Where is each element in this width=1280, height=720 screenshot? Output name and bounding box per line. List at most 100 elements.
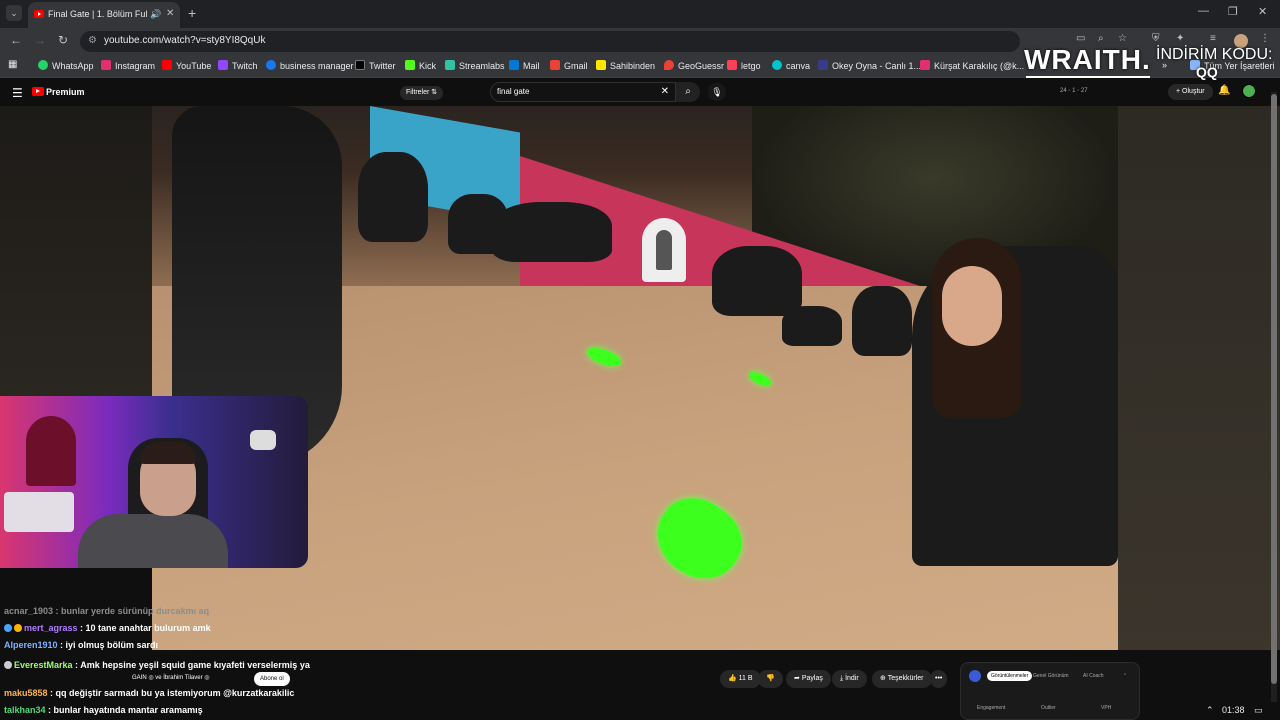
thanks-button[interactable]: ⊕ Teşekkürler [872, 670, 932, 688]
bookmark-kick[interactable]: Kick [405, 60, 436, 71]
account-avatar[interactable] [1242, 84, 1256, 98]
tab-search-button[interactable]: ⌄ [6, 5, 22, 21]
chat-username: acnar_1903 [4, 606, 54, 616]
bookmark-twitch[interactable]: Twitch [218, 60, 258, 71]
chat-badge-icon [4, 624, 12, 632]
chat-username: mert_agrass [24, 623, 78, 633]
bookmark-star-icon[interactable]: ☆ [1118, 33, 1127, 44]
chat-username: EverestMarka [14, 660, 73, 670]
stats-label-vph: VPH [1101, 705, 1112, 711]
voice-search-icon[interactable]: 🎙 [708, 83, 726, 101]
search-input[interactable]: final gate ✕ [490, 82, 676, 102]
more-actions-button[interactable]: ••• [930, 670, 948, 688]
restore-icon[interactable]: ❐ [1228, 5, 1238, 18]
share-button[interactable]: ➦ Paylaş [786, 670, 831, 688]
video-person [712, 246, 802, 316]
stats-tab-overview[interactable]: Genel Görünüm [1033, 673, 1069, 679]
puzzle-extensions-icon[interactable]: ✦ [1176, 33, 1184, 44]
video-player[interactable] [152, 106, 1118, 650]
streamlabs-icon [445, 60, 455, 70]
extension-icon[interactable]: ⛨ [1152, 33, 1160, 44]
hamburger-menu-icon[interactable]: ☰ [12, 86, 23, 100]
collapse-chevron-icon[interactable]: ⌃ [1123, 673, 1127, 679]
video-person [782, 306, 842, 346]
video-keyhole-sign [642, 218, 686, 282]
forward-arrow-icon[interactable]: → [34, 33, 46, 47]
filters-button[interactable]: Filtreler ⇅ [400, 86, 444, 100]
tray-chevron-icon[interactable]: ⌃ [1206, 705, 1214, 716]
window-close-icon[interactable]: ✕ [1258, 5, 1267, 18]
video-person [492, 202, 612, 262]
download-icon: ⤓ [840, 675, 844, 682]
tab-title: Final Gate | 1. Bölüm Full İzle [48, 9, 148, 19]
youtube-favicon-icon [34, 10, 44, 18]
chat-text: : Amk hepsine yeşil squid game kıyafeti … [72, 660, 310, 670]
tab-close-icon[interactable]: ✕ [166, 8, 174, 19]
bookmark-business-manager[interactable]: business manager [266, 60, 354, 71]
kick-icon [405, 60, 415, 70]
reload-icon[interactable]: ↻ [58, 33, 68, 47]
bookmark-whatsapp[interactable]: WhatsApp [38, 60, 94, 71]
bookmark-streamlabs[interactable]: Streamlabs [445, 60, 505, 71]
search-button[interactable]: ⌕ [676, 82, 700, 102]
youtube-brand[interactable]: Premium [46, 87, 85, 97]
search-query[interactable]: final gate [497, 87, 529, 96]
reading-list-icon[interactable]: ≡ [1210, 33, 1216, 44]
stats-tab-ai-coach[interactable]: AI Coach [1083, 673, 1104, 679]
bookmark-twitter[interactable]: Twitter [355, 60, 396, 71]
bookmark-mail[interactable]: Mail [509, 60, 540, 71]
video-side-left [0, 106, 152, 396]
page-scrollbar-thumb[interactable] [1271, 94, 1277, 684]
bookmark-sahibinden[interactable]: Sahibinden [596, 60, 655, 71]
notification-center-icon[interactable]: ▭ [1254, 705, 1263, 716]
browser-menu-icon[interactable]: ⋮ [1260, 33, 1270, 44]
address-url[interactable]: youtube.com/watch?v=sty8YI8QqUk [104, 35, 265, 46]
chat-username: Alperen1910 [4, 640, 58, 650]
minimize-icon[interactable]: — [1198, 5, 1209, 17]
chat-message: Alperen1910 : iyi olmuş bölüm sardı [4, 640, 158, 650]
bookmark-youtube[interactable]: YouTube [162, 60, 211, 71]
bookmark-kursat[interactable]: Kürşat Karakılıç (@k... [920, 60, 1024, 71]
download-button[interactable]: ⤓ İndir [832, 670, 867, 688]
omnibox[interactable]: ⚙ youtube.com/watch?v=sty8YI8QqUk [80, 31, 1020, 52]
wraith-logo: WRAITH. [1024, 44, 1151, 75]
filters-label: Filtreler [406, 89, 430, 96]
discount-code-value: QQ [1196, 64, 1218, 80]
stats-label-outlier: Outlier [1041, 705, 1056, 711]
new-tab-button[interactable]: + [188, 5, 196, 21]
like-button[interactable]: 👍 11 B [720, 670, 761, 688]
chat-text: : 10 tane anahtar bulurum amk [77, 623, 211, 633]
zoom-icon[interactable]: ⌕ [1098, 33, 1104, 44]
stats-extension-panel: Görüntülenmeler Genel Görünüm AI Coach ⌃… [960, 662, 1140, 720]
audio-playing-icon[interactable]: 🔊 [150, 9, 161, 20]
bookmark-instagram[interactable]: Instagram [101, 60, 155, 71]
bookmark-gmail[interactable]: Gmail [550, 60, 588, 71]
clock: 01:38 [1222, 705, 1245, 715]
cast-icon[interactable]: ▭ [1076, 33, 1085, 44]
bookmark-letgo[interactable]: letgo [727, 60, 761, 71]
clear-search-icon[interactable]: ✕ [661, 86, 669, 97]
site-info-icon[interactable]: ⚙ [88, 35, 97, 46]
stats-tab-views[interactable]: Görüntülenmeler [987, 671, 1033, 681]
video-person [852, 286, 912, 356]
bookmark-canva[interactable]: canva [772, 60, 810, 71]
browser-tab-active[interactable]: Final Gate | 1. Bölüm Full İzle 🔊 ✕ [28, 2, 180, 28]
gmail-icon [550, 60, 560, 70]
x-twitter-icon [355, 60, 365, 70]
chat-text: : bunlar yerde sürünüp durcakmı aq [53, 606, 210, 616]
back-arrow-icon[interactable]: ← [10, 33, 22, 47]
notifications-bell-icon[interactable]: 🔔 [1218, 85, 1230, 96]
subscribe-button[interactable]: Abone ol [254, 672, 290, 686]
create-button[interactable]: + Oluştur [1168, 84, 1213, 100]
webcam-shelf [4, 492, 74, 532]
youtube-logo-icon[interactable] [32, 87, 44, 96]
apps-grid-icon[interactable]: ▦ [8, 59, 17, 70]
channel-line[interactable]: GAIN ◎ ve İbrahim Tilaver ◎ [132, 674, 210, 681]
youtube-header: ☰ Premium Filtreler ⇅ final gate ✕ ⌕ 🎙 2… [0, 78, 1280, 106]
sahibinden-icon [596, 60, 606, 70]
video-person [358, 152, 428, 242]
bookmark-okey[interactable]: Okey Oyna - Canlı 1... [818, 60, 921, 71]
dislike-button[interactable]: 👎 [758, 670, 783, 688]
chat-message: talkhan34 : bunlar hayatında mantar aram… [4, 705, 203, 715]
bookmark-geoguessr[interactable]: GeoGuessr [664, 60, 724, 71]
